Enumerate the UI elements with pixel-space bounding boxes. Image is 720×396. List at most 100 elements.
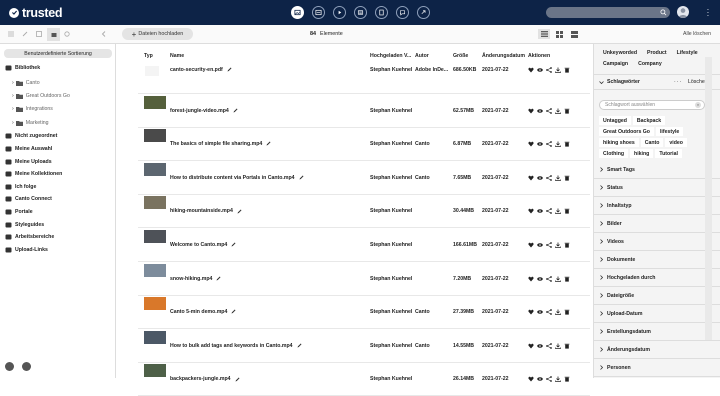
file-name[interactable]: Canto 5-min demo.mp4 (170, 309, 236, 315)
chevron-right-icon[interactable]: › (12, 93, 14, 99)
keyword-search-input[interactable]: Schlagwort auswählen × (599, 100, 705, 110)
sidebar-item-canto[interactable]: › Canto (12, 80, 40, 86)
trash-icon[interactable] (564, 376, 570, 382)
sidebar-item-styleguides[interactable]: Styleguides (5, 222, 44, 228)
download-icon[interactable] (555, 67, 561, 73)
sidebar-item-bibliothek[interactable]: Bibliothek (5, 65, 40, 71)
heart-icon[interactable] (528, 242, 534, 248)
sort-button[interactable]: Benutzerdefinierte Sortierung (4, 49, 112, 58)
sidebar-item-nicht-zugeordnet[interactable]: Nicht zugeordnet (5, 133, 57, 139)
table-row[interactable]: hiking-mountainside.mp4 Stephan Kuehnel 30… (138, 194, 590, 229)
heart-icon[interactable] (528, 309, 534, 315)
filter-section-dokumente[interactable]: Dokumente (594, 251, 720, 269)
play-tab[interactable] (333, 6, 346, 19)
trash-icon[interactable] (564, 67, 570, 73)
filter-section-smart-tags[interactable]: Smart Tags (594, 161, 720, 179)
col-author[interactable]: Autor (415, 53, 429, 59)
keyword-chip[interactable]: lifestyle (655, 127, 684, 136)
pencil-icon[interactable] (299, 175, 304, 180)
sidebar-item-marketing[interactable]: › Marketing (12, 120, 49, 126)
images-tab[interactable] (291, 6, 304, 19)
trash-icon[interactable] (564, 108, 570, 114)
keyword-chip[interactable]: Clothing (599, 149, 629, 158)
keywords-more-icon[interactable]: ··· (674, 79, 682, 85)
folder-icon[interactable] (22, 362, 31, 371)
sidebar-item-meine-kollektionen[interactable]: Meine Kollektionen (5, 171, 62, 177)
upload-files-button[interactable]: + Dateien hochladen (122, 28, 193, 40)
eye-icon[interactable] (537, 175, 543, 181)
sidebar-item-ich-folge[interactable]: Ich folge (5, 184, 36, 190)
keyword-chip[interactable]: Untagged (599, 116, 631, 125)
download-icon[interactable] (555, 376, 561, 383)
more-menu-icon[interactable]: · · · (706, 6, 710, 20)
file-name[interactable]: snow-hiking.mp4 (170, 276, 221, 282)
panel-scrollbar[interactable] (705, 57, 712, 340)
filter-section--nderungsdatum[interactable]: Änderungsdatum (594, 341, 720, 359)
table-row[interactable]: How to bulk add tags and keywords in Can… (138, 329, 590, 363)
table-row[interactable]: Welcome to Canto.mp4 Stephan Kuehnel 166.6… (138, 228, 590, 262)
download-icon[interactable] (555, 175, 561, 181)
heart-icon[interactable] (528, 343, 534, 349)
chevron-right-icon[interactable]: › (12, 106, 14, 112)
tag-chip[interactable]: Company (634, 59, 666, 68)
download-icon[interactable] (555, 208, 561, 215)
filter-section-upload-datum[interactable]: Upload-Datum (594, 305, 720, 323)
download-icon[interactable] (555, 242, 561, 248)
trash-icon[interactable] (564, 309, 570, 315)
eye-icon[interactable] (537, 242, 543, 248)
chat-tab[interactable] (396, 6, 409, 19)
settings-icon[interactable] (5, 362, 14, 371)
trash-icon[interactable] (564, 343, 570, 349)
search-icon[interactable] (660, 9, 667, 16)
trash-icon[interactable] (564, 242, 570, 248)
eye-icon[interactable] (537, 108, 543, 114)
link-tab[interactable] (417, 6, 430, 19)
keyword-chip[interactable]: Backpack (632, 116, 666, 125)
download-icon[interactable] (555, 343, 561, 349)
download-icon[interactable] (555, 309, 561, 316)
avatar[interactable] (677, 6, 689, 18)
col-uploaded-by[interactable]: Hochgeladen V... (370, 53, 411, 59)
share-icon[interactable] (546, 309, 552, 316)
list-icon[interactable] (8, 31, 14, 37)
download-icon[interactable] (555, 276, 561, 282)
col-name[interactable]: Name (170, 53, 184, 59)
filter-section-erstellungsdatum[interactable]: Erstellungsdatum (594, 323, 720, 341)
heart-icon[interactable] (528, 141, 534, 147)
logo[interactable]: trusted (9, 6, 63, 20)
trash-icon[interactable] (564, 276, 570, 282)
trash-icon[interactable] (564, 175, 570, 181)
clear-all-link[interactable]: Alle löschen (683, 31, 711, 37)
pencil-icon[interactable] (297, 343, 302, 348)
grid-icon[interactable] (36, 31, 42, 37)
keywords-header[interactable]: Schlagwörter ··· Löschen (594, 74, 720, 90)
thumbnail[interactable] (144, 95, 166, 109)
filter-section-status[interactable]: Status (594, 179, 720, 197)
thumbnail[interactable] (144, 330, 166, 344)
download-icon[interactable] (555, 141, 561, 148)
sidebar-item-great-outdoors-go[interactable]: › Great Outdoors Go (12, 93, 70, 99)
eye-icon[interactable] (537, 376, 543, 382)
col-size[interactable]: Größe (453, 53, 468, 59)
pencil-icon[interactable] (237, 209, 242, 214)
eye-icon[interactable] (537, 343, 543, 349)
eye-icon[interactable] (537, 309, 543, 315)
sidebar-item-meine-auswahl[interactable]: Meine Auswahl (5, 146, 52, 152)
download-icon[interactable] (555, 108, 561, 114)
heart-icon[interactable] (528, 67, 534, 73)
table-row[interactable]: snow-hiking.mp4 Stephan Kuehnel 7.20MB 2021… (138, 262, 590, 296)
thumbnail[interactable] (144, 297, 166, 311)
filter-section-hochgeladen-durch[interactable]: Hochgeladen durch (594, 269, 720, 287)
thumbnail[interactable] (144, 230, 166, 243)
sidebar-item-integrations[interactable]: › Integrations (12, 106, 53, 112)
share-icon[interactable] (546, 107, 552, 114)
chevron-right-icon[interactable]: › (12, 120, 14, 126)
eye-icon[interactable] (537, 276, 543, 282)
share-icon[interactable] (546, 242, 552, 248)
table-row[interactable]: backpackers-jungle.mp4 Stephan Kuehnel 26.… (138, 362, 590, 396)
panel-toggle[interactable] (47, 28, 60, 41)
pencil-icon[interactable] (233, 108, 238, 113)
chevron-left-icon[interactable] (101, 31, 107, 37)
sidebar-item-canto-connect[interactable]: Canto Connect (5, 196, 52, 202)
keyword-chip[interactable]: Great Outdoors Go (599, 127, 654, 136)
